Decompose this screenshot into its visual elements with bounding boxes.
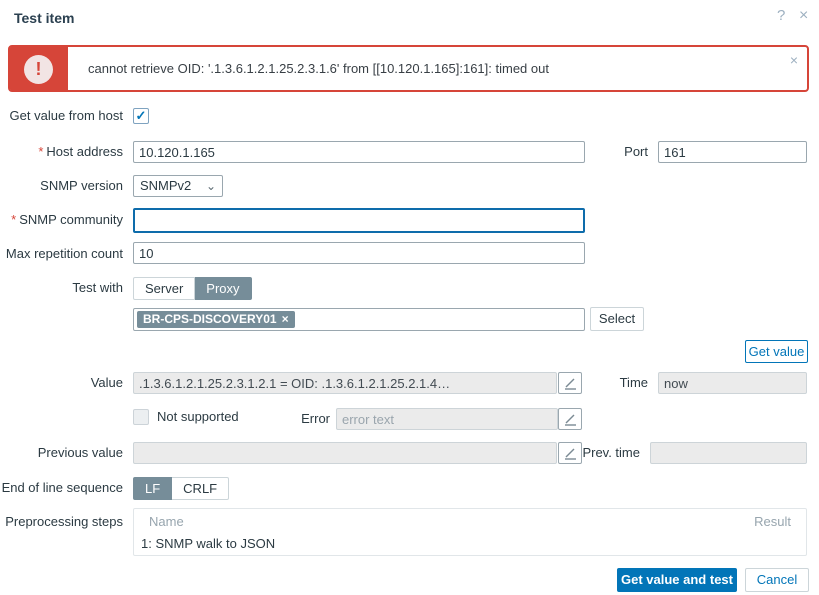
prev-time-label: Prev. time — [582, 445, 640, 460]
required-mark: * — [38, 144, 44, 159]
test-item-dialog: Test item ? × ! cannot retrieve OID: '.1… — [0, 0, 819, 595]
time-input — [658, 372, 807, 394]
test-with-segmented: Server Proxy — [133, 277, 252, 300]
preprocessing-table: Name Result 1: SNMP walk to JSON — [133, 508, 807, 556]
port-input[interactable] — [658, 141, 807, 163]
exclamation-icon: ! — [24, 55, 53, 84]
help-icon[interactable]: ? — [777, 8, 785, 24]
max-repetition-count-label: Max repetition count — [5, 246, 123, 261]
error-field-label: Error — [301, 411, 330, 426]
port-label: Port — [624, 144, 648, 159]
previous-value-input — [133, 442, 557, 464]
test-with-option-server[interactable]: Server — [133, 277, 196, 300]
error-input — [336, 408, 558, 430]
time-label: Time — [619, 375, 648, 390]
snmp-community-label: * SNMP community — [11, 212, 123, 227]
preprocessing-steps-label: Preprocessing steps — [5, 514, 123, 529]
snmp-version-value: SNMPv2 — [140, 178, 192, 193]
proxy-select-button[interactable]: Select — [590, 307, 644, 331]
snmp-community-input[interactable] — [133, 208, 585, 233]
column-header-result: Result — [754, 514, 791, 529]
previous-value-label: Previous value — [37, 445, 123, 460]
host-address-input[interactable] — [133, 141, 585, 163]
host-address-label: * Host address — [38, 144, 123, 159]
eol-option-lf[interactable]: LF — [133, 477, 173, 500]
value-input — [133, 372, 557, 394]
max-repetition-count-input[interactable] — [133, 242, 585, 264]
required-mark: * — [11, 212, 17, 227]
preprocessing-table-header: Name Result — [134, 509, 806, 533]
not-supported-checkbox[interactable] — [133, 409, 149, 425]
eol-label: End of line sequence — [1, 480, 123, 495]
get-value-from-host-label: Get value from host — [9, 108, 123, 123]
error-banner-accent: ! — [10, 47, 68, 90]
error-message: cannot retrieve OID: '.1.3.6.1.2.1.25.2.… — [88, 61, 549, 76]
get-value-button[interactable]: Get value — [745, 340, 808, 363]
close-icon[interactable]: × — [799, 8, 808, 24]
error-edit-pencil-icon[interactable] — [558, 408, 582, 430]
snmp-version-select[interactable]: SNMPv2 ⌄ — [133, 175, 223, 197]
eol-option-crlf[interactable]: CRLF — [172, 477, 230, 500]
check-icon: ✓ — [135, 108, 147, 123]
prev-time-input — [650, 442, 807, 464]
get-value-from-host-checkbox[interactable]: ✓ — [133, 108, 149, 124]
chip-remove-icon[interactable]: × — [282, 312, 289, 326]
test-with-option-proxy[interactable]: Proxy — [195, 277, 252, 300]
column-header-name: Name — [149, 514, 184, 529]
preprocessing-step-name: 1: SNMP walk to JSON — [141, 536, 276, 551]
chevron-down-icon: ⌄ — [205, 179, 216, 193]
eol-segmented: LF CRLF — [133, 477, 230, 500]
snmp-version-label: SNMP version — [40, 178, 123, 193]
value-label: Value — [90, 375, 123, 390]
table-row: 1: SNMP walk to JSON — [134, 533, 806, 556]
not-supported-label: Not supported — [157, 409, 239, 424]
test-with-label: Test with — [72, 280, 123, 295]
proxy-multiselect[interactable]: BR-CPS-DISCOVERY01 × — [133, 308, 585, 331]
cancel-button[interactable]: Cancel — [745, 568, 809, 592]
error-banner: ! cannot retrieve OID: '.1.3.6.1.2.1.25.… — [8, 45, 809, 92]
value-edit-pencil-icon[interactable] — [558, 372, 582, 394]
error-dismiss-icon[interactable]: × — [790, 52, 798, 68]
proxy-chip: BR-CPS-DISCOVERY01 × — [137, 311, 295, 328]
dialog-title: Test item — [14, 10, 75, 26]
get-value-and-test-button[interactable]: Get value and test — [617, 568, 737, 592]
